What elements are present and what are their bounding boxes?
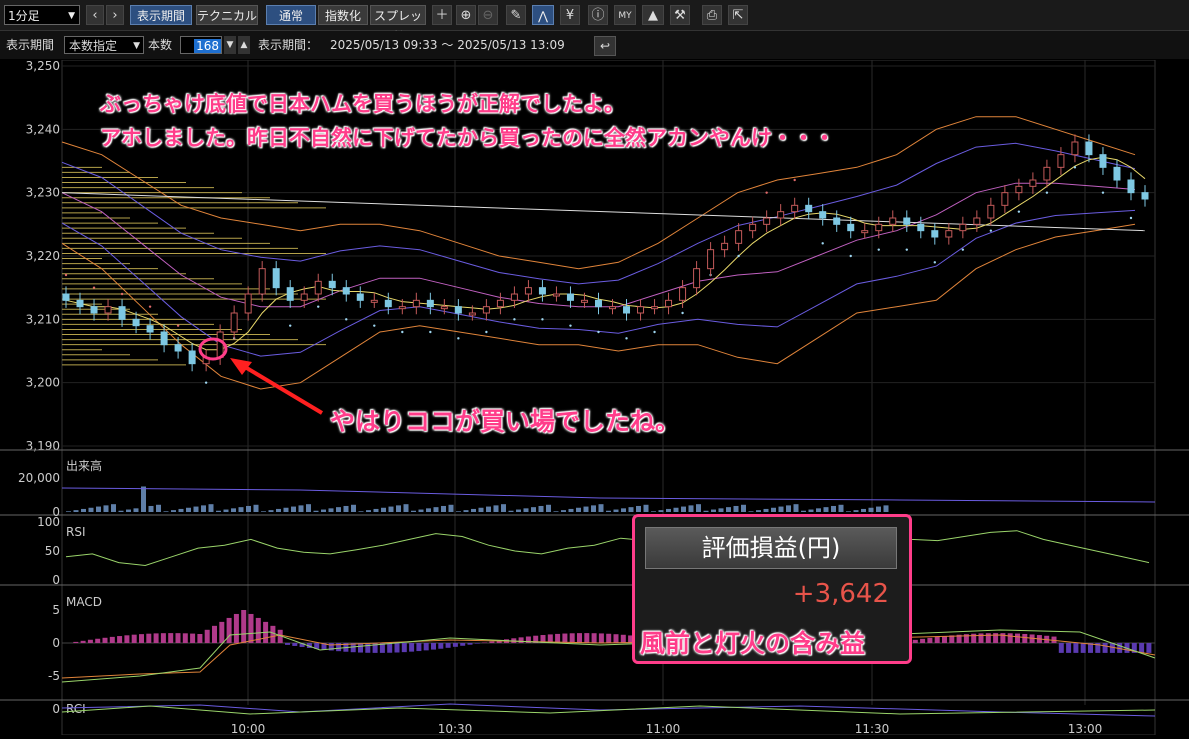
buy-point-circle: [200, 339, 226, 359]
annotation-overlay: [0, 0, 1189, 735]
profit-value: +3,642: [793, 579, 889, 609]
arrow-head-icon: [230, 358, 252, 375]
arrow-line: [240, 364, 322, 413]
profit-panel-title: 評価損益(円): [645, 527, 897, 569]
annotation-profit-note: 風前と灯火の含み益: [640, 624, 865, 660]
